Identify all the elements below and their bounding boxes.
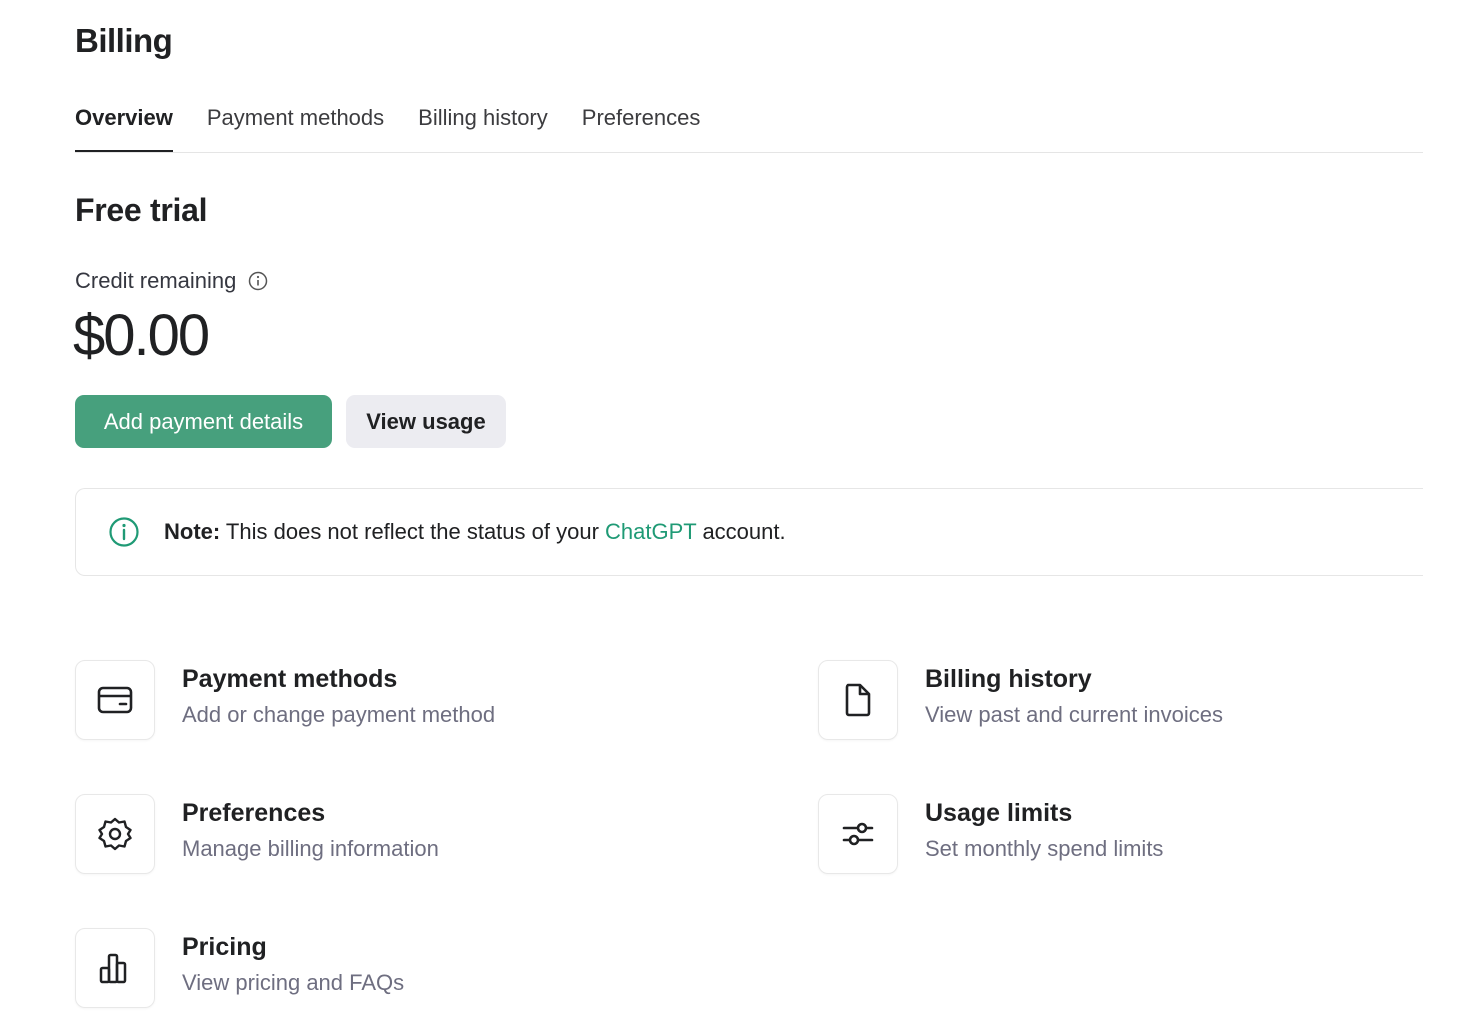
card-description: Manage billing information — [182, 835, 439, 861]
note-text: Note: This does not reflect the status o… — [164, 519, 786, 545]
document-icon — [818, 660, 898, 740]
card-preferences[interactable]: Preferences Manage billing information — [75, 794, 439, 874]
tab-overview[interactable]: Overview — [75, 98, 173, 152]
chatgpt-link[interactable]: ChatGPT — [605, 519, 696, 544]
card-pricing[interactable]: Pricing View pricing and FAQs — [75, 928, 404, 1008]
credit-remaining-label-row: Credit remaining — [75, 268, 268, 294]
info-circle-icon — [108, 516, 140, 548]
note-text-before: This does not reflect the status of your — [220, 519, 606, 544]
credit-amount: $0.00 — [73, 303, 210, 368]
tab-preferences[interactable]: Preferences — [582, 98, 701, 150]
page-title: Billing — [75, 22, 173, 59]
billing-tabs: Overview Payment methods Billing history… — [75, 98, 1423, 153]
card-usage-limits[interactable]: Usage limits Set monthly spend limits — [818, 794, 1163, 874]
card-title: Pricing — [182, 932, 267, 961]
gear-icon — [75, 794, 155, 874]
bar-chart-icon — [75, 928, 155, 1008]
card-billing-history[interactable]: Billing history View past and current in… — [818, 660, 1223, 740]
card-description: View pricing and FAQs — [182, 969, 405, 995]
view-usage-button[interactable]: View usage — [346, 395, 506, 448]
credit-remaining-label: Credit remaining — [75, 268, 237, 293]
note-banner: Note: This does not reflect the status o… — [75, 488, 1423, 576]
info-icon[interactable] — [248, 271, 268, 291]
card-title: Preferences — [182, 798, 326, 827]
tab-billing-history[interactable]: Billing history — [418, 98, 548, 150]
card-description: Set monthly spend limits — [925, 835, 1164, 861]
card-title: Usage limits — [925, 798, 1073, 827]
card-description: Add or change payment method — [182, 701, 496, 727]
card-description: View past and current invoices — [925, 701, 1223, 727]
add-payment-details-button[interactable]: Add payment details — [75, 395, 332, 448]
note-prefix: Note: — [164, 519, 221, 544]
credit-card-icon — [75, 660, 155, 740]
card-title: Payment methods — [182, 664, 398, 693]
card-payment-methods[interactable]: Payment methods Add or change payment me… — [75, 660, 495, 740]
tab-payment-methods[interactable]: Payment methods — [207, 98, 384, 150]
sliders-icon — [818, 794, 898, 874]
card-title: Billing history — [925, 664, 1092, 693]
note-text-after: account. — [696, 519, 786, 544]
plan-title: Free trial — [75, 192, 208, 228]
